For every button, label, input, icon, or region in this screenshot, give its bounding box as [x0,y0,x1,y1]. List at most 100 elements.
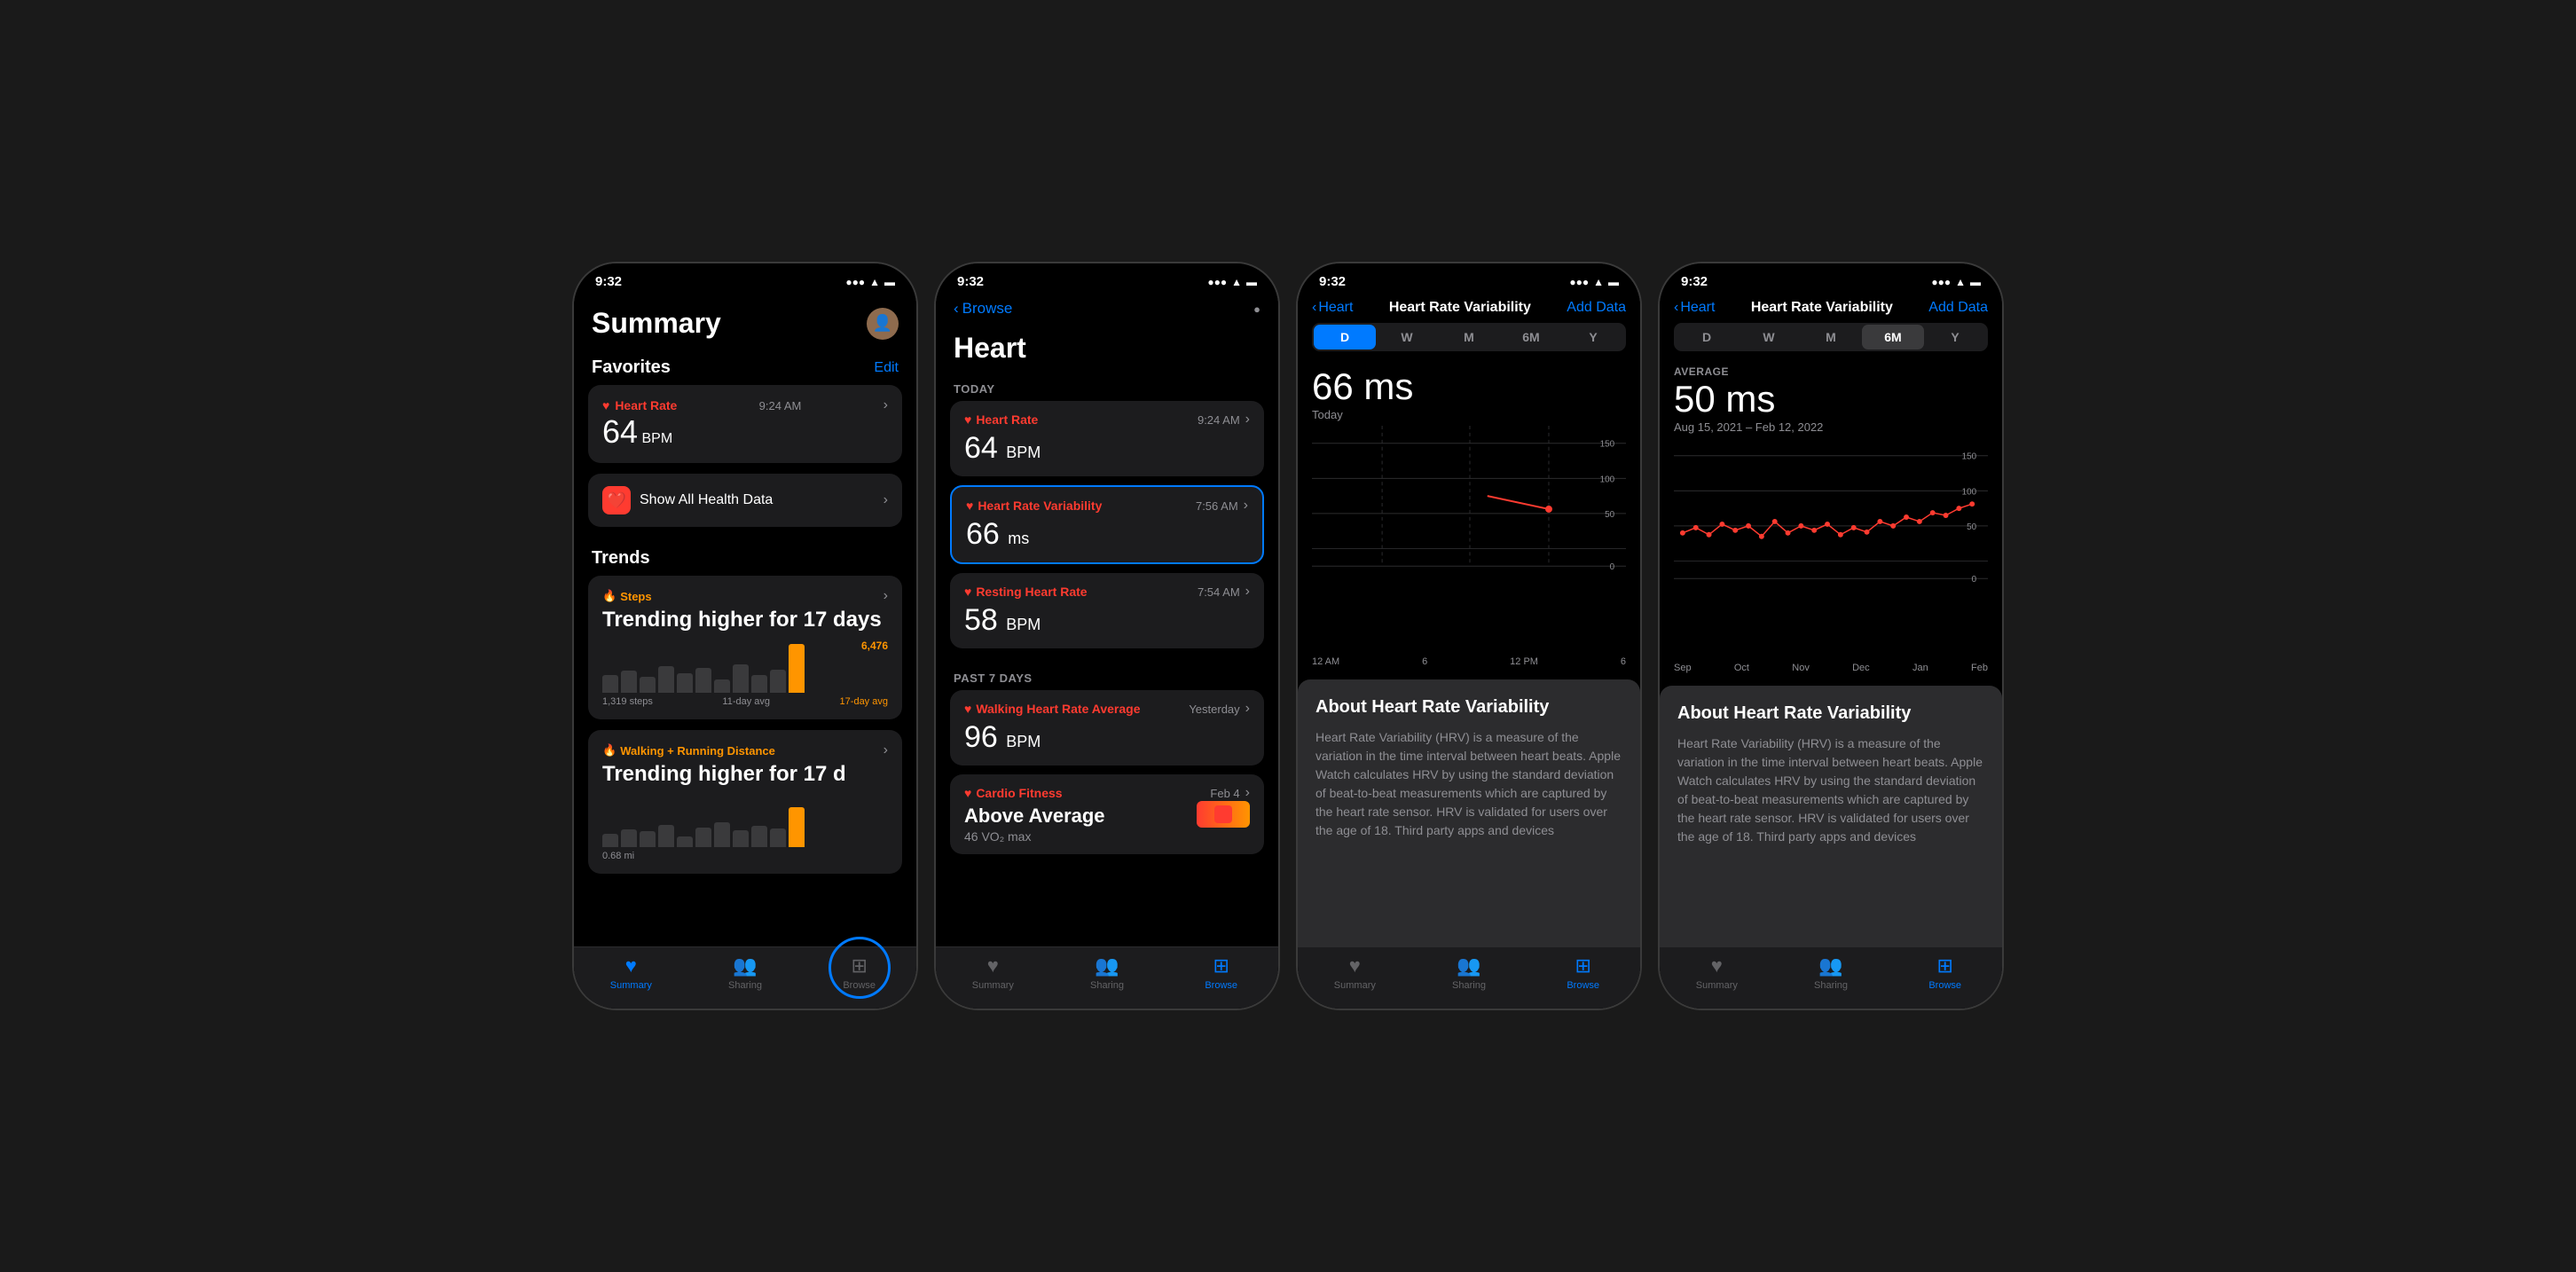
walking-metric-card[interactable]: ♥ Walking Heart Rate Average Yesterday ›… [950,690,1264,766]
tab-summary-label-1: Summary [610,980,652,991]
resting-metric-time: 7:54 AM [1198,585,1240,599]
walking-chevron: › [884,742,888,758]
add-data-button-3[interactable]: Add Data [1567,300,1626,316]
tab-browse-4[interactable]: ⊞ Browse [1888,954,2002,991]
walking-trend-card[interactable]: 🔥 Walking + Running Distance › Trending … [588,730,902,874]
tab-summary-3[interactable]: ♥ Summary [1298,954,1412,991]
tab-sharing-3[interactable]: 👥 Sharing [1412,954,1527,991]
heart-rate-card[interactable]: ♥ Heart Rate 9:24 AM › 64 BPM [588,385,902,463]
avg2-label: 11-day avg [722,696,770,707]
tab-summary-1[interactable]: ♥ Summary [574,954,688,991]
time-btn-y-3[interactable]: Y [1562,325,1624,349]
walking-chart-labels: 0.68 mi [602,851,888,861]
tab-browse-2[interactable]: ⊞ Browse [1164,954,1278,991]
tab-summary-2[interactable]: ♥ Summary [936,954,1050,991]
avg-label-4: AVERAGE [1674,365,1988,378]
tab-browse-3[interactable]: ⊞ Browse [1526,954,1640,991]
walking-category: 🔥 Walking + Running Distance [602,743,775,758]
hrv-metric-name: ♥ Heart Rate Variability [966,499,1102,513]
screen-3: 9:32 ●●● ▲ ▬ ‹ Heart Heart Rate Variabil… [1298,263,1640,1009]
tab-sharing-icon-2: 👥 [1095,954,1119,978]
heart-rate-metric-card[interactable]: ♥ Heart Rate 9:24 AM › 64 BPM [950,401,1264,476]
time-btn-6m-4[interactable]: 6M [1862,325,1924,349]
time-btn-6m-3[interactable]: 6M [1500,325,1562,349]
chart-bar [658,666,674,693]
resting-metric-unit: BPM [1006,616,1041,633]
hrv-chart-4: 150 100 50 0 [1674,437,1988,663]
hrv-nav-3: ‹ Heart Heart Rate Variability Add Data [1298,293,1640,323]
tab-browse-1[interactable]: ⊞ Browse [802,954,916,991]
chart-bar-highlight [789,644,805,693]
tab-browse-label-2: Browse [1205,980,1237,991]
tab-sharing-icon-3: 👥 [1457,954,1480,978]
trends-label: Trends [592,548,650,569]
status-time-4: 9:32 [1681,274,1708,289]
battery-icon-4: ▬ [1970,276,1981,288]
tab-sharing-label-4: Sharing [1814,980,1848,991]
heart-rate-metric-name: ♥ Heart Rate [964,412,1038,427]
time-selector-4: D W M 6M Y [1674,323,1988,351]
time-btn-y-4[interactable]: Y [1924,325,1986,349]
steps-trend-card[interactable]: 🔥 Steps › Trending higher for 17 days 6,… [588,576,902,719]
chart-bar [714,822,730,847]
tab-sharing-label-2: Sharing [1090,980,1124,991]
walking-metric-time: Yesterday [1189,703,1239,716]
x-label-sep: Sep [1674,663,1692,673]
hrv-chart-3: 150 100 50 0 [1312,425,1626,656]
about-title-3: About Heart Rate Variability [1315,697,1622,718]
time-btn-m-4[interactable]: M [1800,325,1862,349]
hrv-subtitle-3: Today [1312,408,1626,421]
heart-rate-value: 64 [602,413,638,450]
hrv-value-area-4: AVERAGE 50 ms Aug 15, 2021 – Feb 12, 202… [1660,358,2002,437]
screen-4: 9:32 ●●● ▲ ▬ ‹ Heart Heart Rate Variabil… [1660,263,2002,1009]
time-btn-w-3[interactable]: W [1376,325,1438,349]
flame-icon: 🔥 [602,589,617,603]
time-btn-m-3[interactable]: M [1438,325,1500,349]
heart-scroll-area[interactable]: Heart Today ♥ Heart Rate 9:24 AM [936,325,1278,946]
chart-bar [677,836,693,847]
chart-labels: 1,319 steps 11-day avg 17-day avg [602,696,888,707]
chart-bar [658,825,674,847]
chart-bar [733,830,749,847]
tab-sharing-icon-1: 👥 [733,954,757,978]
tab-sharing-1[interactable]: 👥 Sharing [688,954,803,991]
tab-sharing-2[interactable]: 👥 Sharing [1050,954,1165,991]
walking-metric-unit: BPM [1006,733,1041,750]
hrv-chart-svg-4: 150 100 50 0 [1674,437,1988,597]
heart-back-button-3[interactable]: ‹ Heart [1312,300,1353,316]
hrv-metric-card[interactable]: ♥ Heart Rate Variability 7:56 AM › 66 ms [950,485,1264,564]
tab-summary-4[interactable]: ♥ Summary [1660,954,1774,991]
tab-sharing-4[interactable]: 👥 Sharing [1774,954,1889,991]
chart-bar [640,677,656,693]
heart-rate-metric-time: 9:24 AM [1198,413,1240,427]
cardio-metric-card[interactable]: ♥ Cardio Fitness Feb 4 › Above Average [950,774,1264,854]
heart-back-button-4[interactable]: ‹ Heart [1674,300,1715,316]
time-btn-d-4[interactable]: D [1676,325,1738,349]
scroll-area-1[interactable]: Summary 👤 Favorites Edit ♥ Heart Ra [574,293,916,946]
resting-metric-card[interactable]: ♥ Resting Heart Rate 7:54 AM › 58 BPM [950,573,1264,648]
past7-label: Past 7 Days [936,657,1278,690]
chart-bar [621,671,637,693]
time-btn-d-3[interactable]: D [1314,325,1376,349]
edit-button[interactable]: Edit [874,360,899,376]
status-icons-1: ●●● ▲ ▬ [845,276,895,288]
show-all-left: ❤️ Show All Health Data [602,486,773,514]
show-all-card[interactable]: ❤️ Show All Health Data › [588,474,902,527]
notch-2 [1054,263,1160,290]
status-icons-4: ●●● ▲ ▬ [1931,276,1981,288]
avatar[interactable]: 👤 [867,308,899,340]
add-data-button-4[interactable]: Add Data [1928,300,1988,316]
hrv-metric-time: 7:56 AM [1196,499,1238,513]
hrv-metric-value: 66 ms [966,517,1248,552]
tab-sharing-label-1: Sharing [728,980,762,991]
battery-icon-1: ▬ [884,276,895,288]
time-btn-w-4[interactable]: W [1738,325,1800,349]
browse-back-button[interactable]: ‹ Browse [954,300,1012,318]
tab-sharing-icon-4: 👥 [1818,954,1842,978]
chart-bar [695,828,711,847]
steps-chevron: › [884,588,888,604]
chart-bar [640,831,656,847]
x-label-3: 12 PM [1510,656,1538,667]
wifi-icon-1: ▲ [869,276,880,288]
heart-icon-cardio: ♥ [964,786,971,800]
